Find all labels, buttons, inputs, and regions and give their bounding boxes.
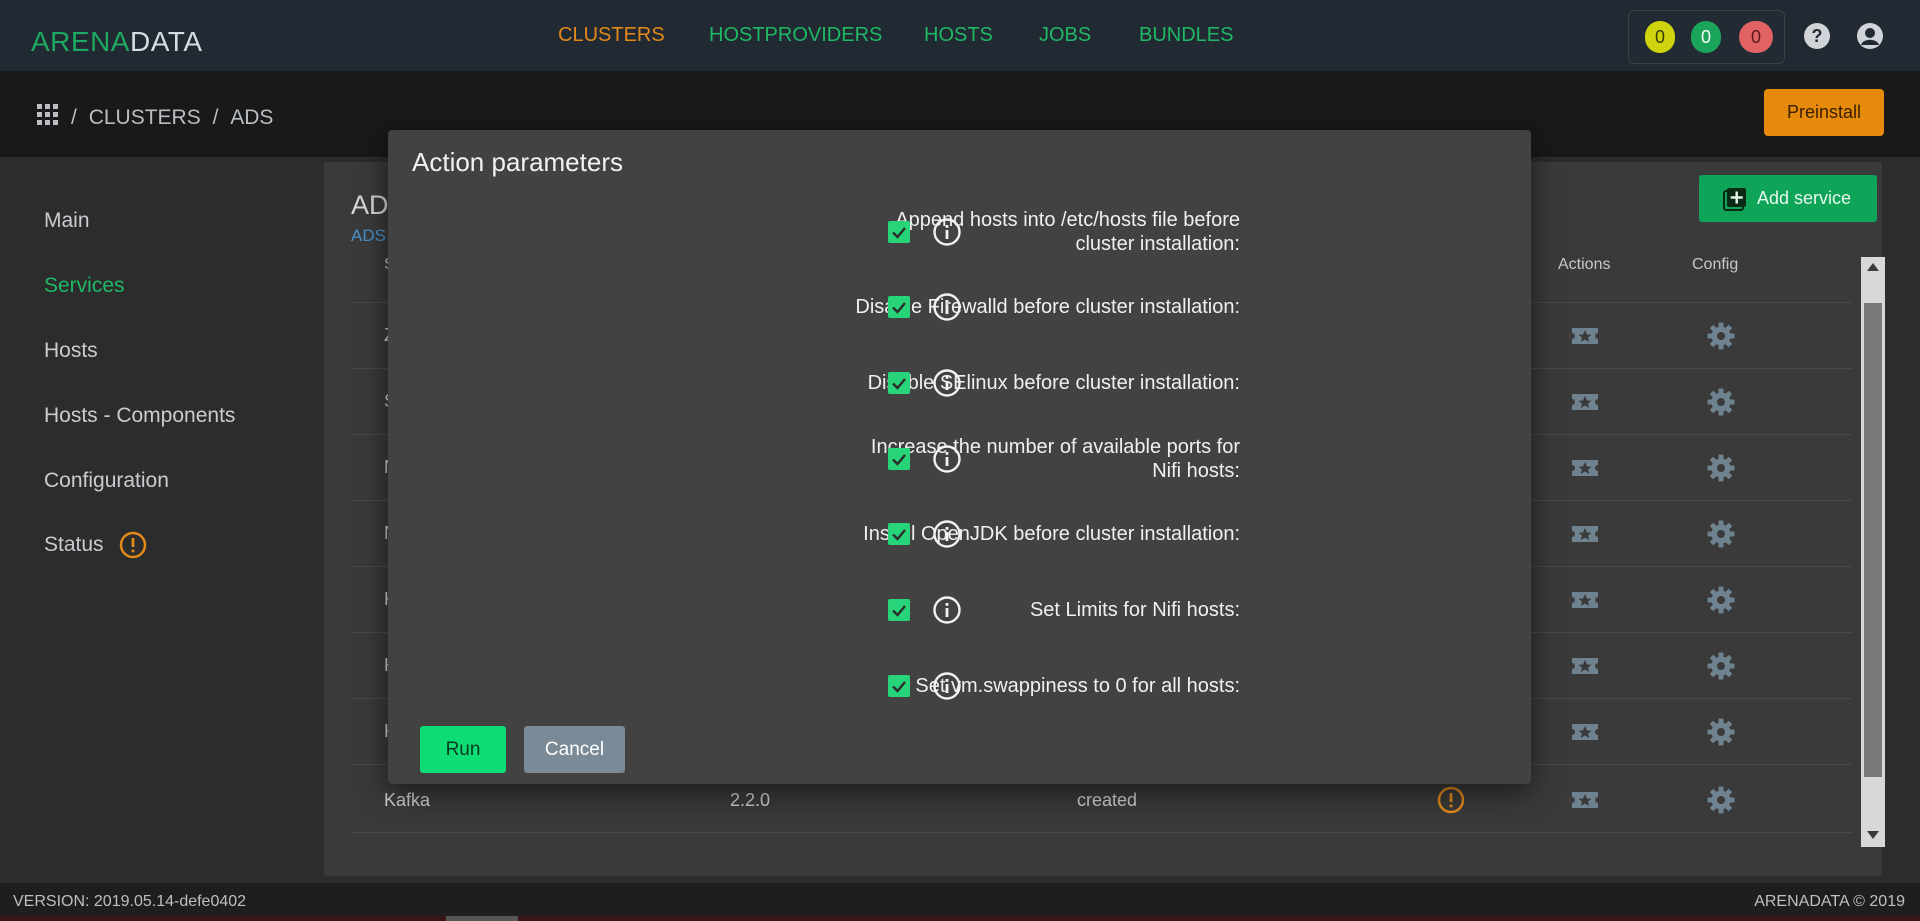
copyright-text: ARENADATA © 2019 [1754, 893, 1905, 910]
param-row: Increase the number of available ports f… [388, 429, 1531, 489]
param-checkbox[interactable] [888, 372, 910, 394]
param-row: Disable Firewalld before cluster install… [388, 277, 1531, 337]
param-label-line: Install OpenJDK before cluster installat… [863, 523, 1240, 545]
info-icon[interactable] [932, 292, 962, 322]
run-button[interactable]: Run [420, 726, 506, 773]
info-icon[interactable] [932, 217, 962, 247]
param-label-line: Disable Firewalld before cluster install… [855, 296, 1240, 318]
param-label: Set vm.swappiness to 0 for all hosts: [740, 674, 1240, 698]
param-row: Append hosts into /etc/hosts file before… [388, 202, 1531, 262]
param-label: Set Limits for Nifi hosts: [740, 598, 1240, 622]
info-icon[interactable] [932, 519, 962, 549]
param-checkbox[interactable] [888, 675, 910, 697]
info-icon[interactable] [932, 368, 962, 398]
param-row: Set Limits for Nifi hosts: [388, 580, 1531, 640]
checkmark-icon [892, 454, 906, 466]
info-icon[interactable] [932, 595, 962, 625]
checkmark-icon [892, 605, 906, 617]
param-row: Install OpenJDK before cluster installat… [388, 504, 1531, 564]
param-label-line: Increase the number of available ports f… [870, 436, 1240, 458]
param-label-line: Append hosts into /etc/hosts file before [895, 209, 1240, 231]
action-parameters-dialog: Action parameters Append hosts into /etc… [388, 130, 1531, 784]
param-row: Disable SElinux before cluster installat… [388, 353, 1531, 413]
version-text: VERSION: 2019.05.14-defe0402 [13, 893, 247, 910]
info-icon[interactable] [932, 444, 962, 474]
checkmark-icon [892, 378, 906, 390]
param-label: Append hosts into /etc/hosts file before… [740, 208, 1240, 256]
checkmark-icon [892, 302, 906, 314]
param-label: Disable Firewalld before cluster install… [740, 295, 1240, 319]
param-label-line: Disable SElinux before cluster installat… [867, 372, 1240, 394]
info-icon[interactable] [932, 671, 962, 701]
checkmark-icon [892, 681, 906, 693]
param-label-line: Nifi hosts: [1152, 460, 1240, 482]
param-label: Install OpenJDK before cluster installat… [740, 522, 1240, 546]
dialog-title: Action parameters [412, 147, 623, 177]
param-row: Set vm.swappiness to 0 for all hosts: [388, 656, 1531, 716]
param-label: Increase the number of available ports f… [740, 435, 1240, 483]
param-label-line: Set vm.swappiness to 0 for all hosts: [915, 675, 1240, 697]
cancel-button[interactable]: Cancel [524, 726, 625, 773]
param-checkbox[interactable] [888, 599, 910, 621]
param-checkbox[interactable] [888, 448, 910, 470]
checkmark-icon [892, 529, 906, 541]
param-label-line: cluster installation: [1075, 233, 1240, 255]
param-label-line: Set Limits for Nifi hosts: [1029, 599, 1240, 621]
checkmark-icon [892, 227, 906, 239]
param-checkbox[interactable] [888, 523, 910, 545]
param-checkbox[interactable] [888, 296, 910, 318]
page-scrollbar[interactable] [0, 916, 1920, 921]
param-checkbox[interactable] [888, 221, 910, 243]
param-label: Disable SElinux before cluster installat… [740, 371, 1240, 395]
page-scroll-thumb[interactable] [446, 916, 518, 921]
